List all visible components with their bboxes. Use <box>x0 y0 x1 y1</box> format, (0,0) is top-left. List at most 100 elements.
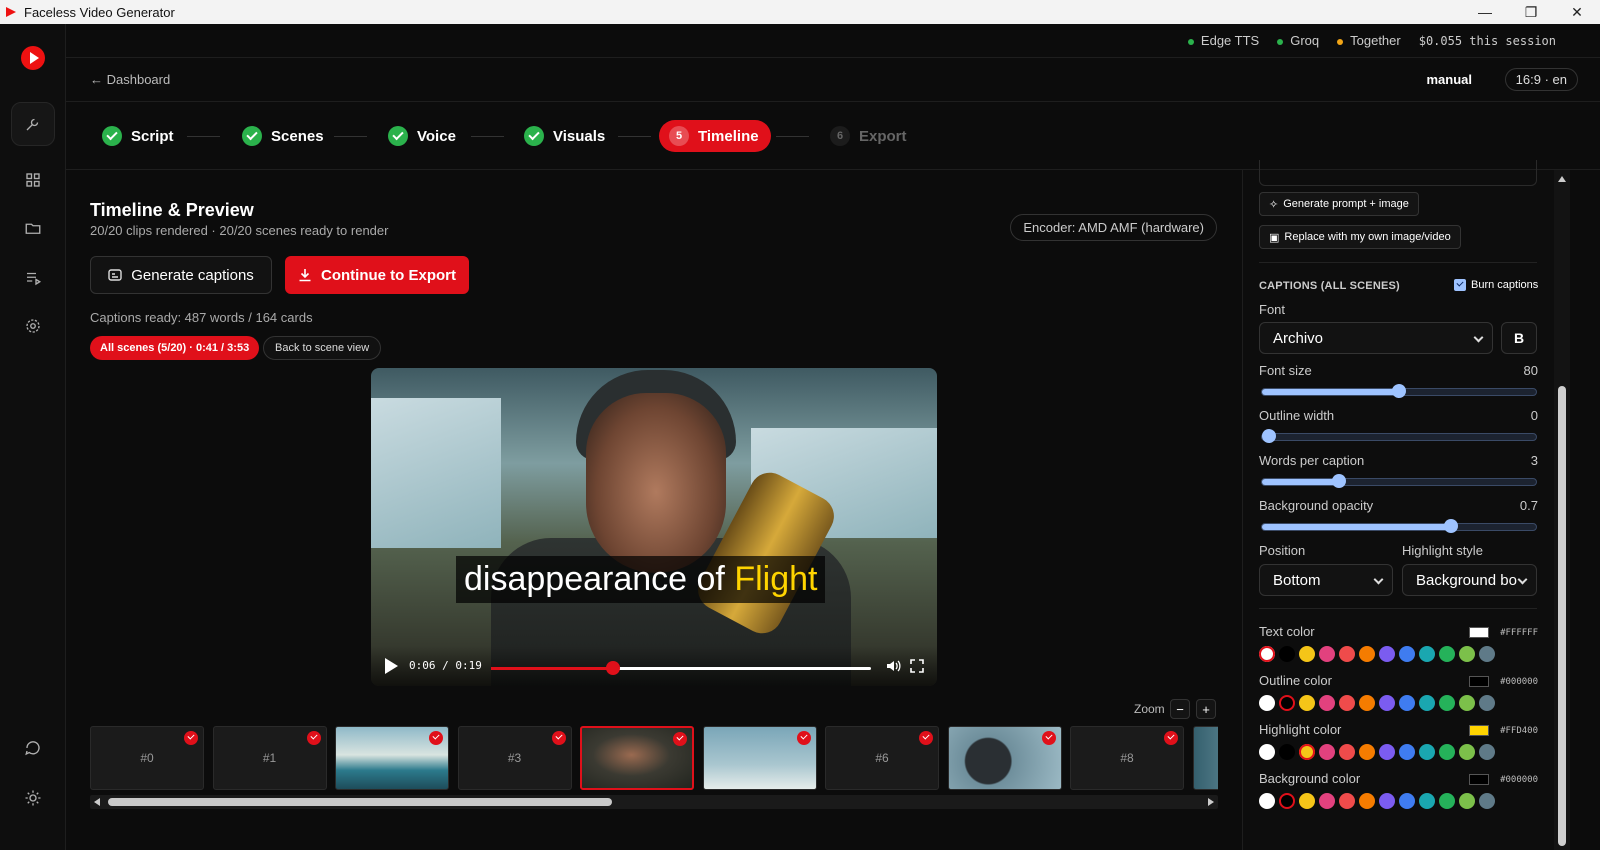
scroll-thumb[interactable] <box>1558 386 1566 846</box>
seek-knob[interactable] <box>605 661 620 675</box>
color-swatch[interactable] <box>1339 695 1355 711</box>
zoom-in-button[interactable]: + <box>1196 699 1216 719</box>
scroll-left-icon[interactable] <box>94 798 100 806</box>
playlist-icon[interactable] <box>11 256 55 300</box>
back-to-scene-view-button[interactable]: Back to scene view <box>263 336 382 360</box>
color-swatch[interactable] <box>1319 646 1335 662</box>
color-swatch[interactable] <box>1399 646 1415 662</box>
setting-slider[interactable] <box>1261 519 1537 533</box>
back-to-dashboard-link[interactable]: ← Dashboard <box>90 72 170 87</box>
color-swatch[interactable] <box>1439 646 1455 662</box>
replace-media-button[interactable]: ▣ Replace with my own image/video <box>1259 225 1461 249</box>
settings-icon[interactable] <box>11 304 55 348</box>
maximize-button[interactable]: ❐ <box>1508 0 1554 24</box>
color-swatch[interactable] <box>1259 744 1275 760</box>
color-swatch[interactable] <box>1259 793 1275 809</box>
color-swatch[interactable] <box>1259 646 1275 662</box>
step-export[interactable]: 6 Export <box>830 120 907 152</box>
color-swatch[interactable] <box>1479 695 1495 711</box>
continue-to-export-button[interactable]: Continue to Export <box>285 256 469 294</box>
color-swatch[interactable] <box>1279 793 1295 809</box>
scroll-right-icon[interactable] <box>1208 798 1214 806</box>
burn-captions-checkbox[interactable]: Burn captions <box>1454 279 1538 291</box>
color-swatch[interactable] <box>1299 793 1315 809</box>
color-swatch[interactable] <box>1359 744 1375 760</box>
color-swatch[interactable] <box>1459 695 1475 711</box>
color-swatch[interactable] <box>1339 793 1355 809</box>
panel-scrollbar[interactable] <box>1554 170 1570 850</box>
color-swatch[interactable] <box>1419 695 1435 711</box>
color-swatch[interactable] <box>1419 793 1435 809</box>
setting-slider[interactable] <box>1261 474 1537 488</box>
timeline-scrollbar[interactable] <box>90 795 1218 809</box>
color-swatch[interactable] <box>1399 744 1415 760</box>
color-swatch[interactable] <box>1399 695 1415 711</box>
setting-slider[interactable] <box>1261 429 1537 443</box>
timeline-clip[interactable]: #3 <box>457 726 572 790</box>
slider-knob[interactable] <box>1332 474 1347 488</box>
color-swatch[interactable] <box>1319 793 1335 809</box>
color-swatch[interactable] <box>1359 793 1375 809</box>
color-swatch[interactable] <box>1259 695 1275 711</box>
color-swatch[interactable] <box>1479 646 1495 662</box>
timeline-clip[interactable] <box>947 726 1062 790</box>
fullscreen-icon[interactable] <box>909 658 925 674</box>
highlight-style-select[interactable]: Background bo <box>1402 564 1537 596</box>
video-preview[interactable]: disappearance of Flight 0:06 / 0:19 <box>371 368 937 686</box>
step-script[interactable]: Script <box>102 120 174 152</box>
step-visuals[interactable]: Visuals <box>524 120 605 152</box>
color-swatch[interactable] <box>1279 744 1295 760</box>
color-swatch[interactable] <box>1379 695 1395 711</box>
generate-captions-button[interactable]: Generate captions <box>90 256 272 294</box>
color-swatch[interactable] <box>1459 793 1475 809</box>
slider-knob[interactable] <box>1444 519 1458 533</box>
color-swatch[interactable] <box>1279 646 1295 662</box>
volume-icon[interactable] <box>885 658 901 674</box>
timeline-clip[interactable] <box>580 726 694 790</box>
folder-icon[interactable] <box>11 206 55 250</box>
step-voice[interactable]: Voice <box>388 120 456 152</box>
color-swatch[interactable] <box>1319 744 1335 760</box>
color-swatch[interactable] <box>1399 793 1415 809</box>
close-button[interactable]: ✕ <box>1554 0 1600 24</box>
color-swatch[interactable] <box>1479 744 1495 760</box>
color-swatch[interactable] <box>1439 744 1455 760</box>
color-swatch[interactable] <box>1339 744 1355 760</box>
bold-toggle-button[interactable]: B <box>1501 322 1537 354</box>
color-preview[interactable] <box>1469 774 1489 785</box>
color-swatch[interactable] <box>1319 695 1335 711</box>
all-scenes-pill[interactable]: All scenes (5/20) · 0:41 / 3:53 <box>90 336 260 360</box>
slider-knob[interactable] <box>1262 429 1276 443</box>
play-icon[interactable] <box>385 658 398 674</box>
color-swatch[interactable] <box>1479 793 1495 809</box>
step-timeline[interactable]: 5 Timeline <box>659 120 771 152</box>
timeline-clip[interactable] <box>335 726 449 790</box>
color-swatch[interactable] <box>1379 793 1395 809</box>
color-swatch[interactable] <box>1359 695 1375 711</box>
prompt-textarea[interactable] <box>1259 160 1537 186</box>
color-swatch[interactable] <box>1439 695 1455 711</box>
color-preview[interactable] <box>1469 676 1489 687</box>
color-swatch[interactable] <box>1459 646 1475 662</box>
slider-knob[interactable] <box>1392 384 1406 398</box>
theme-icon[interactable] <box>11 776 55 820</box>
color-swatch[interactable] <box>1359 646 1375 662</box>
timeline-clip[interactable]: #1 <box>212 726 327 790</box>
step-scenes[interactable]: Scenes <box>242 120 324 152</box>
color-swatch[interactable] <box>1299 695 1315 711</box>
scroll-thumb[interactable] <box>108 798 612 806</box>
timeline-clip[interactable] <box>702 726 817 790</box>
color-swatch[interactable] <box>1439 793 1455 809</box>
tools-icon[interactable] <box>11 102 55 146</box>
timeline-clip[interactable]: #6 <box>825 726 939 790</box>
grid-icon[interactable] <box>11 158 55 202</box>
color-swatch[interactable] <box>1299 744 1315 760</box>
color-preview[interactable] <box>1469 627 1489 638</box>
scroll-up-icon[interactable] <box>1558 176 1566 182</box>
setting-slider[interactable] <box>1261 384 1537 398</box>
app-logo[interactable] <box>21 46 45 70</box>
video-seek-bar[interactable] <box>491 661 871 675</box>
color-swatch[interactable] <box>1459 744 1475 760</box>
color-swatch[interactable] <box>1339 646 1355 662</box>
minimize-button[interactable]: — <box>1462 0 1508 24</box>
